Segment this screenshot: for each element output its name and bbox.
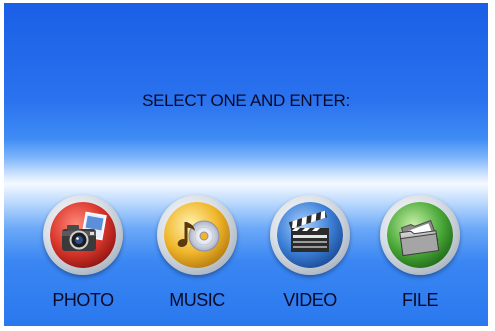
clapperboard-icon	[277, 202, 343, 268]
menu-item-music[interactable]: MUSIC	[142, 191, 252, 321]
menu-item-label: VIDEO	[283, 290, 337, 310]
folder-icon	[387, 202, 453, 268]
file-button-ring[interactable]	[380, 195, 460, 275]
video-button-ring[interactable]	[270, 195, 350, 275]
menu-item-photo[interactable]: PHOTO	[28, 191, 138, 321]
menu-item-label: PHOTO	[52, 290, 114, 310]
menu-item-label: MUSIC	[169, 290, 225, 310]
photo-button-ring[interactable]	[43, 195, 123, 275]
menu-item-video[interactable]: VIDEO	[255, 191, 365, 321]
menu-prompt: SELECT ONE AND ENTER:	[142, 91, 350, 110]
menu-item-label: FILE	[401, 290, 439, 310]
menu-item-file[interactable]: FILE	[365, 191, 475, 321]
menu-screen: SELECT ONE AND ENTER: PHOTO MUSIC VIDEO …	[4, 3, 488, 326]
media-menu: PHOTO MUSIC VIDEO FILE	[4, 191, 488, 321]
music-button-ring[interactable]	[157, 195, 237, 275]
music-cd-icon	[164, 202, 230, 268]
camera-icon	[50, 202, 116, 268]
